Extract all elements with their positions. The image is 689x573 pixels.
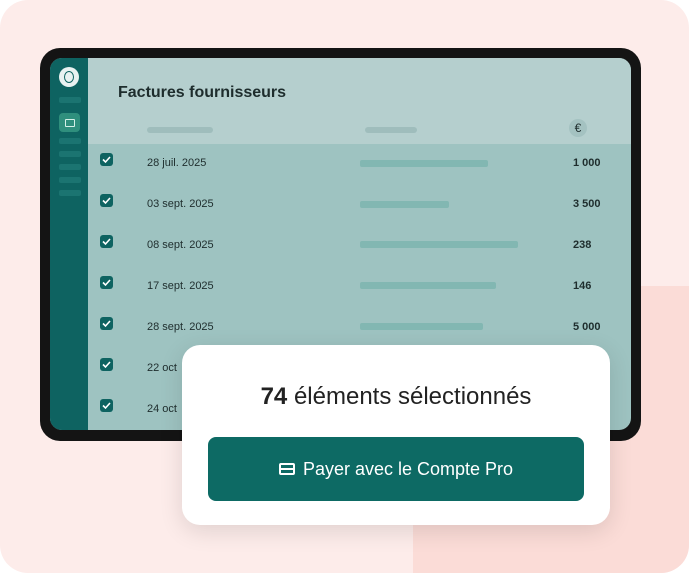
supplier-placeholder bbox=[360, 323, 483, 330]
table-header-area: Factures fournisseurs € bbox=[88, 58, 631, 144]
row-checkbox[interactable] bbox=[100, 153, 113, 166]
table-row[interactable]: 08 sept. 2025 238 bbox=[88, 226, 631, 267]
credit-card-icon bbox=[278, 463, 295, 475]
wallet-icon bbox=[65, 119, 75, 127]
page-title: Factures fournisseurs bbox=[118, 84, 287, 101]
invoice-amount: 146 bbox=[573, 280, 592, 292]
sidebar-item[interactable] bbox=[59, 138, 81, 144]
sidebar-item[interactable] bbox=[59, 190, 81, 196]
background-card: Factures fournisseurs € 28 juil. 2025 1 … bbox=[0, 0, 689, 573]
invoice-date: 03 sept. 2025 bbox=[147, 198, 214, 210]
invoice-amount: 3 500 bbox=[573, 198, 601, 210]
pay-button-label: Payer avec le Compte Pro bbox=[302, 458, 514, 479]
app-logo-icon bbox=[59, 67, 79, 87]
invoice-amount: 1 000 bbox=[573, 157, 601, 169]
currency-icon: € bbox=[569, 119, 587, 137]
invoice-date: 17 sept. 2025 bbox=[147, 280, 214, 292]
sidebar-item[interactable] bbox=[59, 164, 81, 170]
supplier-placeholder bbox=[360, 201, 449, 208]
table-row[interactable]: 03 sept. 2025 3 500 bbox=[88, 185, 631, 226]
invoice-date: 08 sept. 2025 bbox=[147, 239, 214, 251]
row-checkbox[interactable] bbox=[100, 317, 113, 330]
row-checkbox[interactable] bbox=[100, 194, 113, 207]
sidebar-item[interactable] bbox=[59, 151, 81, 157]
selected-label: éléments sélectionnés bbox=[293, 383, 532, 410]
sidebar-item[interactable] bbox=[59, 177, 81, 183]
supplier-placeholder bbox=[360, 282, 496, 289]
supplier-placeholder bbox=[360, 241, 518, 248]
row-checkbox[interactable] bbox=[100, 235, 113, 248]
table-row[interactable]: 28 juil. 2025 1 000 bbox=[88, 144, 631, 185]
table-row[interactable]: 17 sept. 2025 146 bbox=[88, 267, 631, 308]
invoice-date: 24 oct bbox=[147, 403, 177, 415]
invoice-amount: 5 000 bbox=[573, 321, 601, 333]
table-row[interactable]: 28 sept. 2025 5 000 bbox=[88, 308, 631, 349]
row-checkbox[interactable] bbox=[100, 358, 113, 371]
column-header-supplier bbox=[365, 127, 417, 133]
row-checkbox[interactable] bbox=[100, 399, 113, 412]
selection-summary: 74 éléments sélectionnés bbox=[182, 383, 610, 411]
sidebar-item[interactable] bbox=[59, 97, 81, 103]
pay-button[interactable]: Payer avec le Compte Pro bbox=[208, 437, 584, 501]
selected-count: 74 bbox=[260, 383, 288, 410]
invoice-date: 28 sept. 2025 bbox=[147, 321, 214, 333]
selection-popup: 74 éléments sélectionnés Payer avec le C… bbox=[182, 345, 610, 525]
column-header-date bbox=[147, 127, 213, 133]
sidebar-item-invoices[interactable] bbox=[59, 113, 80, 132]
invoice-amount: 238 bbox=[573, 239, 592, 251]
sidebar bbox=[50, 58, 88, 430]
invoice-date: 22 oct bbox=[147, 362, 177, 374]
row-checkbox[interactable] bbox=[100, 276, 113, 289]
supplier-placeholder bbox=[360, 160, 488, 167]
invoice-date: 28 juil. 2025 bbox=[147, 157, 207, 169]
